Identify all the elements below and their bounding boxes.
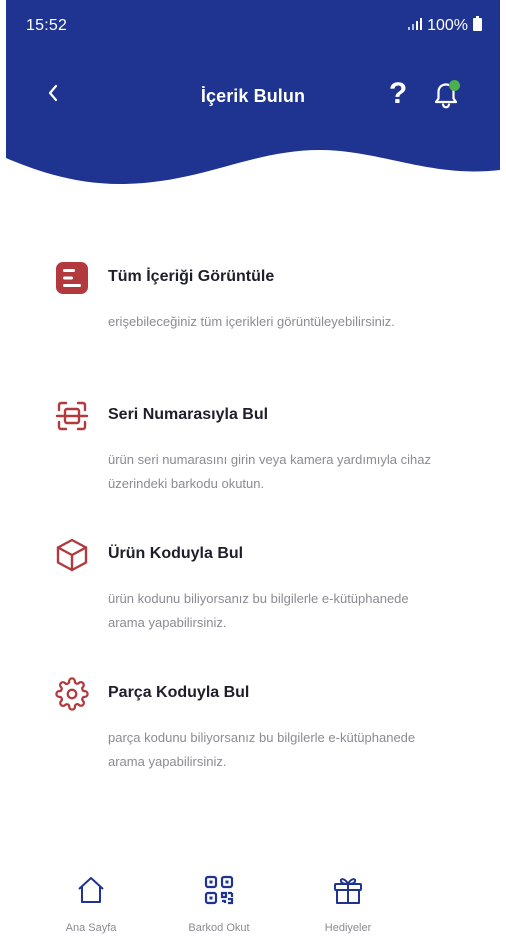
- nav-label: Hediyeler: [324, 922, 372, 934]
- find-content-screen: 15:52 100% İçerik Bulun ? Tüm İçeriği Gö…: [0, 0, 506, 952]
- nav-label: Ana Sayfa: [65, 922, 117, 934]
- option-title: Tüm İçeriği Görüntüle: [108, 268, 275, 285]
- qr-code-icon: [201, 872, 237, 908]
- nav-item-gifts[interactable]: Hediyeler: [303, 862, 393, 942]
- notifications-button[interactable]: [428, 76, 466, 114]
- option-description: erişebileceğiniz tüm içerikleri görüntül…: [108, 314, 395, 329]
- bell-icon: [430, 76, 464, 115]
- gift-icon: [330, 872, 366, 908]
- battery-percentage: 100%: [427, 17, 468, 34]
- option-description: ürün seri numarasını girin veya kamera y…: [108, 452, 431, 491]
- home-icon: [73, 872, 109, 908]
- help-button[interactable]: ?: [384, 74, 412, 114]
- option-title: Parça Koduyla Bul: [108, 684, 250, 701]
- bottom-navigation: Ana Sayfa Barkod Okut Hediyeler: [0, 862, 506, 952]
- option-description: ürün kodunu biliyorsanız bu bilgilerle e…: [108, 591, 409, 630]
- signal-icon: [408, 17, 423, 35]
- option-title: Seri Numarasıyla Bul: [108, 406, 269, 423]
- cube-icon: [54, 537, 90, 573]
- document-list-icon: [54, 260, 90, 296]
- app-bar: İçerik Bulun ?: [0, 70, 506, 122]
- barcode-scan-icon: [54, 398, 90, 434]
- battery-icon: [473, 16, 482, 36]
- option-description: parça kodunu biliyorsanız bu bilgilerle …: [108, 730, 416, 769]
- nav-item-barcode-scan[interactable]: Barkod Okut: [174, 862, 264, 942]
- status-time: 15:52: [26, 17, 68, 34]
- nav-label: Barkod Okut: [188, 922, 250, 934]
- nav-item-home[interactable]: Ana Sayfa: [46, 862, 136, 942]
- status-bar: 15:52 100%: [0, 0, 506, 52]
- gear-icon: [54, 676, 90, 712]
- header: 15:52 100% İçerik Bulun ?: [0, 0, 506, 200]
- option-title: Ürün Koduyla Bul: [108, 545, 244, 562]
- status-indicators: 100%: [408, 16, 482, 36]
